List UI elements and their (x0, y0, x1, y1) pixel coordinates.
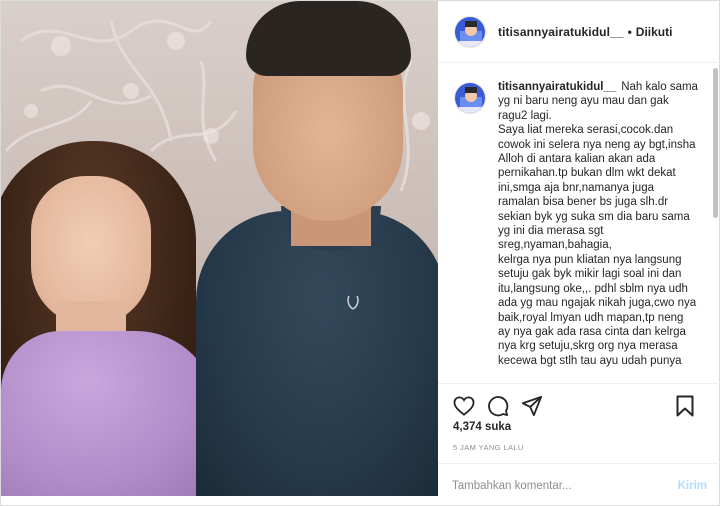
avatar-image (455, 83, 485, 113)
caption-line: kelrga nya pun kliatan nya langsung (498, 253, 682, 266)
header-separator: • (627, 24, 632, 39)
caption-scrollbar[interactable] (712, 64, 718, 382)
caption-row: titisannyairatukidul__ Nah kalo sama yg n… (454, 80, 705, 368)
caption-line: yg ni baru neng ayu mau dan gak (498, 95, 669, 108)
avatar-image (455, 16, 485, 47)
caption-text: titisannyairatukidul__ Nah kalo sama yg n… (498, 80, 705, 368)
comment-form: Kirim (438, 463, 720, 506)
caption-line: kecewa bgt stlh tau ayu udah punya (498, 354, 682, 367)
caption-line: setuju gak byk mikir lagi soal ini dan (498, 268, 682, 281)
caption-line: itu,langsung oke,,. pdhl sblm nya udh (498, 282, 688, 295)
caption-username[interactable]: titisannyairatukidul__ (498, 81, 616, 93)
caption-first-line: titisannyairatukidul__ Nah kalo sama (498, 80, 705, 94)
caption-line: yg ini dia merasa sgt (498, 225, 604, 238)
post-comment-button[interactable]: Kirim (678, 480, 707, 492)
man-shirt (196, 211, 438, 496)
post-timestamp[interactable]: 5 JAM YANG LALU (453, 443, 524, 452)
caption-line-text: Nah kalo sama (621, 81, 698, 93)
caption-line: pernikahan.tp bukan dlm wkt dekat (498, 167, 676, 180)
caption-line: sekian byk yg suka sm dia baru sama (498, 210, 690, 223)
share-icon[interactable] (520, 394, 544, 418)
bookmark-icon[interactable] (673, 394, 697, 418)
heart-icon[interactable] (452, 394, 476, 418)
laurel-logo-icon (347, 295, 359, 310)
scrollbar-thumb[interactable] (713, 68, 718, 218)
caption-line: ay nya gak ada rasa cinta dan kelrga (498, 325, 686, 338)
caption-line: Saya liat mereka serasi,cocok.dan (498, 124, 674, 137)
post-header: titisannyairatukidul__ • Diikuti (438, 1, 720, 63)
header-username[interactable]: titisannyairatukidul__ (498, 25, 624, 39)
caption-line: baik,royal lmyan udh mapan,tp neng (498, 311, 684, 324)
follow-status-button[interactable]: Diikuti (636, 25, 673, 39)
caption-line: nya krg setuju,skrg org nya merasa (498, 340, 678, 353)
caption-line: cowok ini selera nya neng ay bgt,insha (498, 138, 696, 151)
caption-line: ramalan bisa bener bs juga slh.dr (498, 196, 669, 209)
caption-line: ini,smga aja bnr,namanya juga (498, 181, 654, 194)
like-count[interactable]: 4,374 suka (453, 421, 511, 433)
woman-cardigan (1, 331, 216, 496)
caption-line: ada yg mau ngajak nikah juga,cwo nya (498, 297, 697, 310)
caption-avatar[interactable] (454, 82, 486, 114)
caption-line: Alloh di antara kalian akan ada (498, 153, 656, 166)
caption-line: ragu2 lagi. (498, 109, 552, 122)
man-hair (246, 1, 411, 76)
caption-area: titisannyairatukidul__ Nah kalo sama yg n… (438, 64, 720, 382)
comment-input[interactable] (452, 479, 678, 492)
comment-icon[interactable] (486, 394, 510, 418)
post-dialog: titisannyairatukidul__ • Diikuti titisan… (0, 0, 720, 506)
caption-line: sreg,nyaman,bahagia, (498, 239, 612, 252)
post-photo[interactable] (1, 1, 438, 496)
profile-avatar[interactable] (454, 15, 486, 48)
